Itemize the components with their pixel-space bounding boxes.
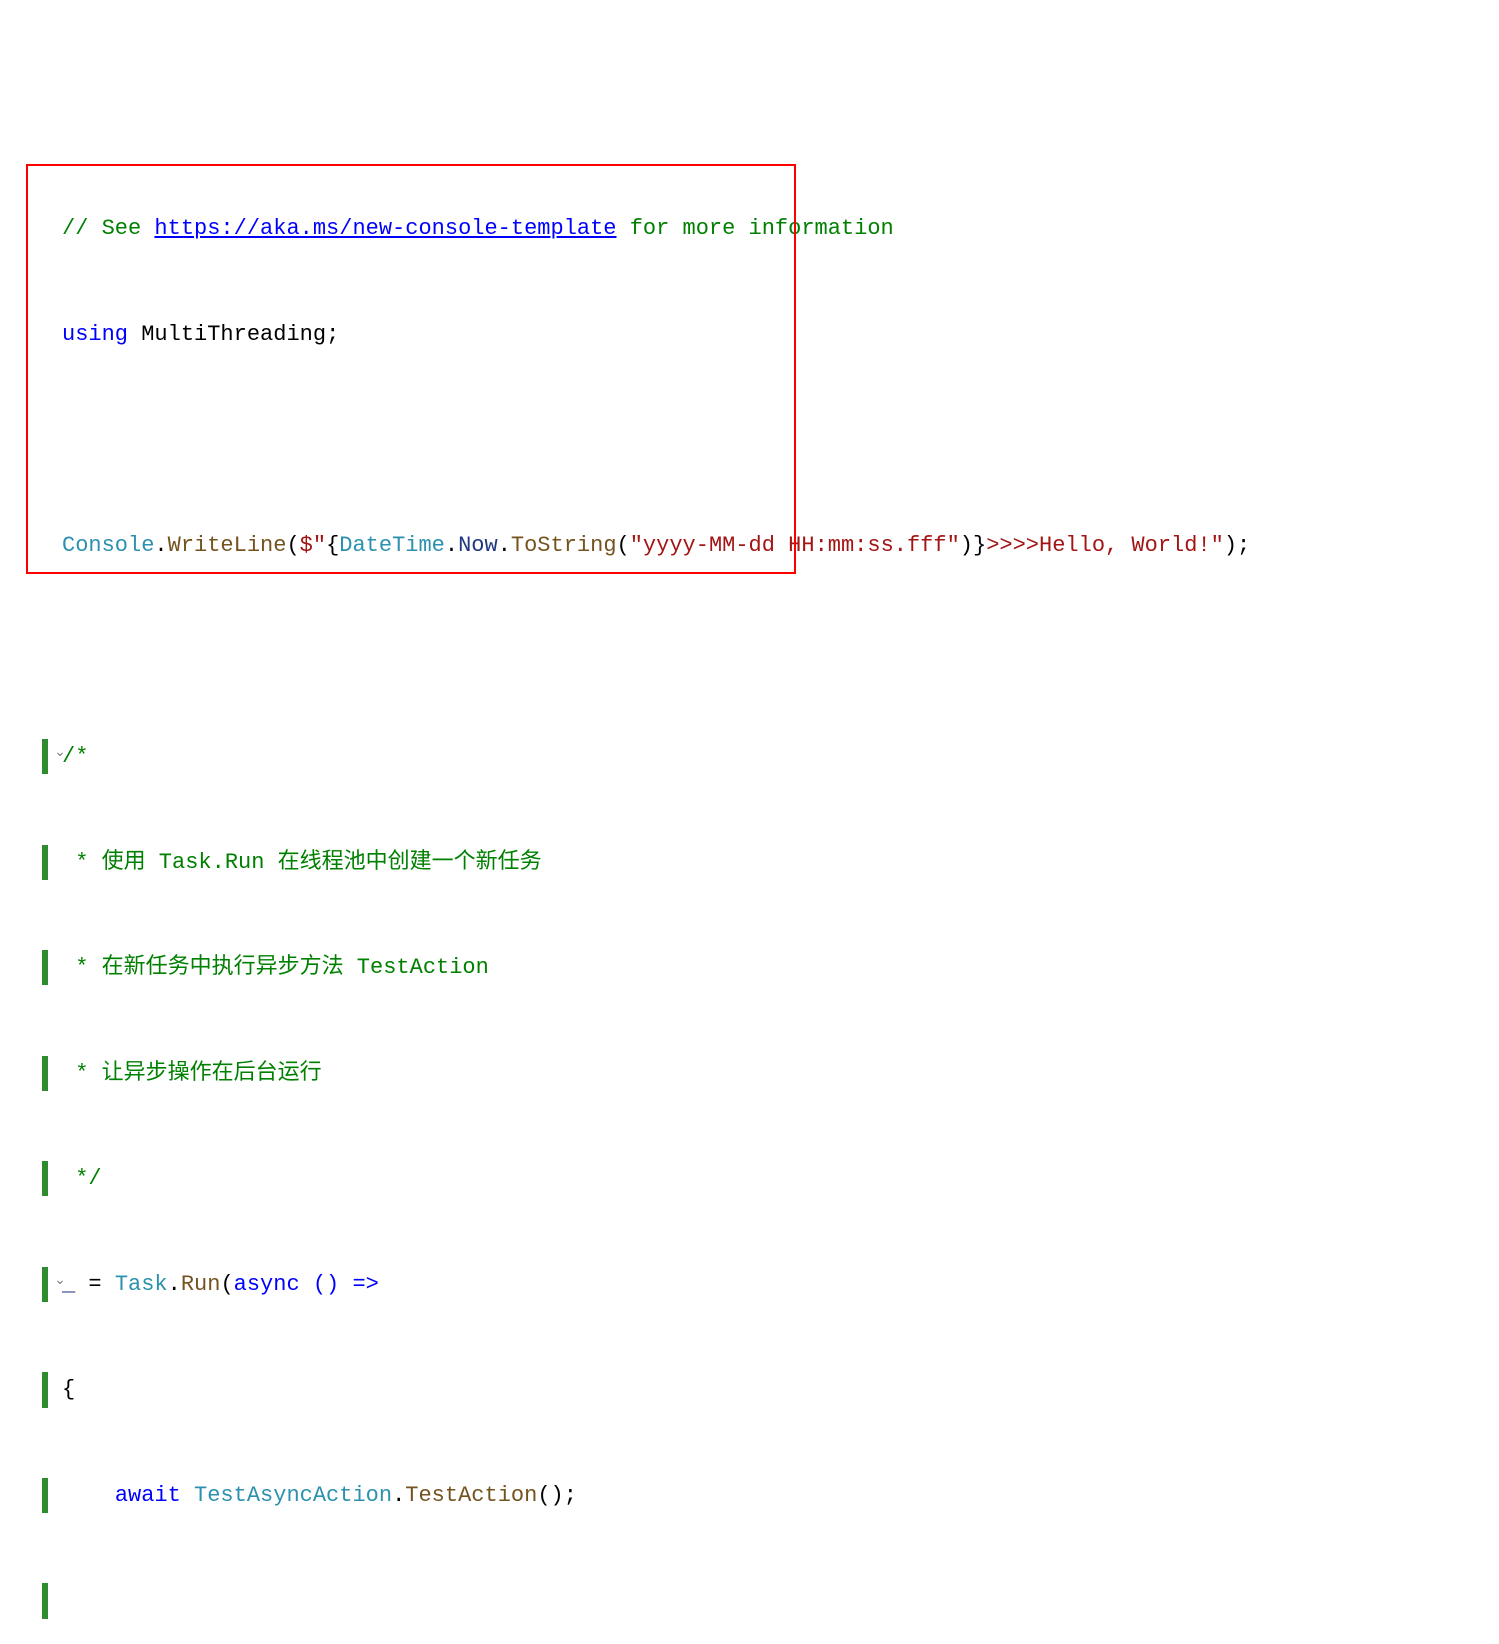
code-line[interactable]: * 使用 Task.Run 在线程池中创建一个新任务 [26,845,1499,880]
identifier: MultiThreading [141,322,326,347]
code-line[interactable]: */ [26,1161,1499,1196]
comment-text: for more information [617,216,894,241]
block-comment: * 在新任务中执行异步方法 TestAction [62,955,489,980]
fold-chevron-icon[interactable]: ⌄ [54,1275,66,1287]
code-line[interactable]: await TestAsyncAction.TestAction(); [26,1478,1499,1513]
code-line[interactable]: * 在新任务中执行异步方法 TestAction [26,950,1499,985]
code-line[interactable]: using MultiThreading; [26,317,1499,352]
code-line[interactable] [26,1583,1499,1618]
url-link[interactable]: https://aka.ms/new-console-template [154,216,616,241]
method: WriteLine [168,533,287,558]
code-line[interactable]: // See https://aka.ms/new-console-templa… [26,211,1499,246]
comment-text: // See [62,216,154,241]
code-line[interactable]: { [26,1372,1499,1407]
change-marker [42,1056,48,1091]
change-marker [42,1267,48,1302]
code-line[interactable] [26,422,1499,457]
code-line[interactable]: ⌄/* [26,739,1499,774]
change-marker [42,1161,48,1196]
block-comment: * 让异步操作在后台运行 [62,1061,322,1086]
code-line[interactable]: * 让异步操作在后台运行 [26,1056,1499,1091]
fold-chevron-icon[interactable]: ⌄ [54,747,66,759]
change-marker [42,950,48,985]
code-line[interactable]: ⌄_ = Task.Run(async () => [26,1267,1499,1302]
type: Console [62,533,154,558]
code-line[interactable]: Console.WriteLine($"{DateTime.Now.ToStri… [26,528,1499,563]
code-editor[interactable]: // See https://aka.ms/new-console-templa… [0,141,1499,1644]
change-marker [42,845,48,880]
change-marker [42,739,48,774]
change-marker [42,1583,48,1618]
keyword: using [62,322,128,347]
block-comment: */ [62,1166,102,1191]
code-line[interactable] [26,633,1499,668]
change-marker [42,1372,48,1407]
change-marker [42,1478,48,1513]
block-comment: * 使用 Task.Run 在线程池中创建一个新任务 [62,850,542,875]
